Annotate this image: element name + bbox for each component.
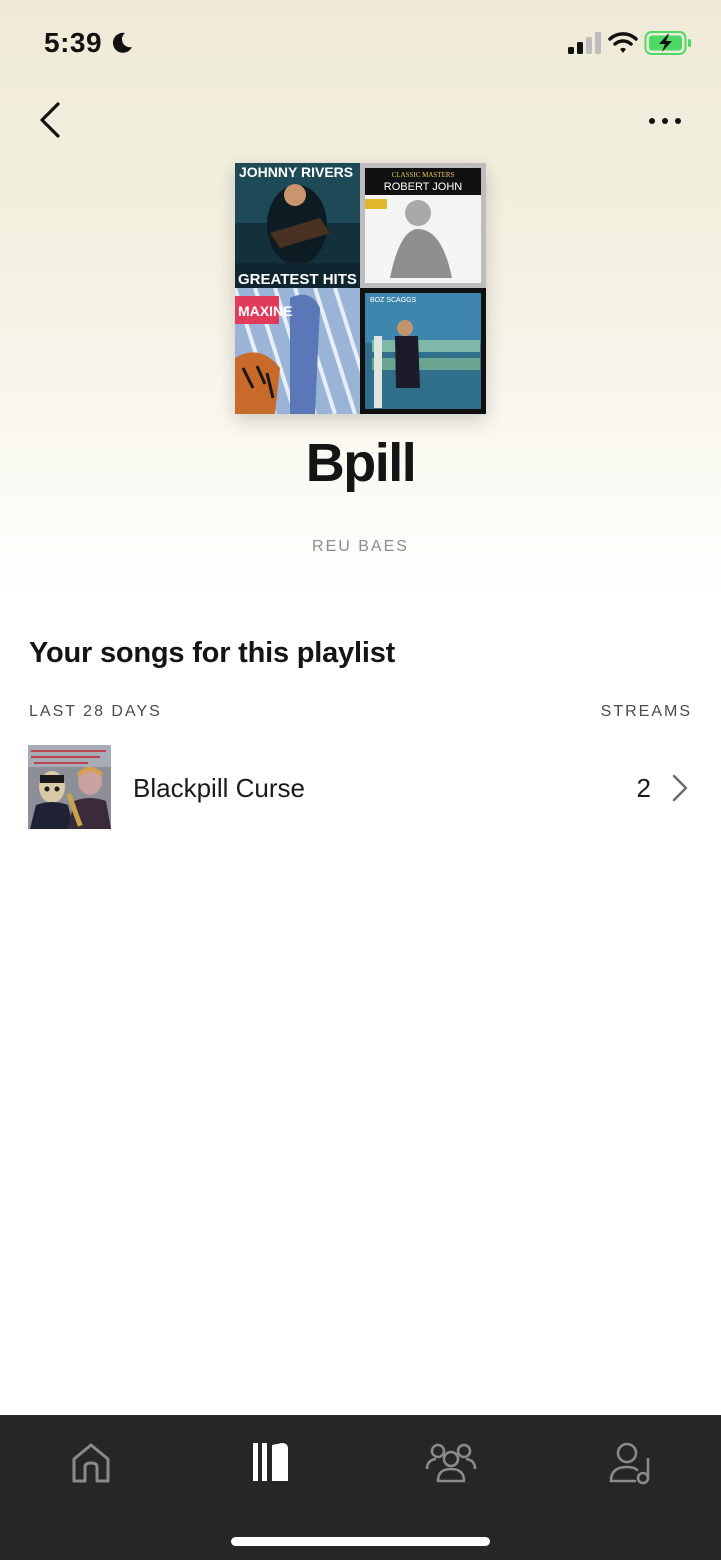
tab-audience[interactable]: [421, 1437, 481, 1489]
track-name: Blackpill Curse: [133, 773, 305, 803]
home-indicator: [231, 1537, 490, 1546]
cover-tile-2-bottom-text: ROBERT JOHN: [384, 181, 462, 193]
chevron-right-icon: [672, 774, 688, 802]
tab-library[interactable]: [241, 1437, 301, 1489]
cover-tile-robert-john: CLASSIC MASTERS ROBERT JOHN: [360, 163, 486, 288]
cover-tile-1-top-text: JOHNNY RIVERS: [239, 164, 353, 180]
playlist-title: Bpill: [305, 433, 417, 493]
wifi-icon: [608, 32, 638, 53]
status-time: 5:39: [44, 27, 103, 58]
library-icon: [253, 1443, 288, 1481]
cover-tile-2-top-text: CLASSIC MASTERS: [392, 171, 455, 179]
back-button[interactable]: [34, 100, 70, 140]
cellular-signal-icon: [568, 32, 601, 54]
tab-profile[interactable]: [601, 1437, 661, 1489]
cover-tile-maxine: MAXINE: [235, 288, 360, 414]
moon-icon: [112, 32, 132, 53]
playlist-cover: JOHNNY RIVERS GREATEST HITS CLASSIC MAST…: [235, 163, 486, 414]
playlist-owner[interactable]: REU BAES: [0, 538, 721, 556]
status-bar: 5:39: [0, 0, 721, 88]
audience-icon: [425, 1443, 477, 1483]
cover-tile-boz-scaggs: BOZ SCAGGS: [360, 288, 486, 414]
period-label: LAST 28 DAYS: [29, 703, 162, 720]
battery-charging-icon: [644, 31, 691, 55]
section-title: Your songs for this playlist: [29, 637, 396, 669]
tab-home[interactable]: [61, 1437, 121, 1489]
cover-tile-johnny-rivers: JOHNNY RIVERS GREATEST HITS: [235, 163, 360, 288]
cover-tile-1-bottom-text: GREATEST HITS: [238, 271, 357, 288]
cover-tile-3-text: MAXINE: [238, 303, 292, 319]
home-icon: [72, 1443, 110, 1483]
track-row[interactable]: Blackpill Curse 2: [0, 745, 721, 830]
more-options-button[interactable]: [640, 104, 690, 138]
track-artwork: [28, 745, 111, 829]
cover-tile-4-text: BOZ SCAGGS: [370, 297, 417, 304]
profile-music-icon: [609, 1442, 650, 1485]
streams-column-label: STREAMS: [600, 703, 692, 720]
track-streams: 2: [636, 773, 651, 803]
